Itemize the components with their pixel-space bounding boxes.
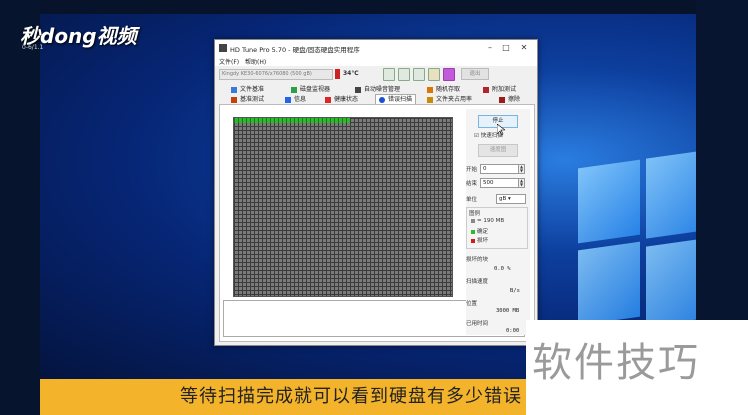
- legend-title: 图例: [469, 211, 481, 217]
- hdtune-window: HD Tune Pro 5.70 - 硬盘/固态硬盘实用程序 – □ ✕ 文件(…: [214, 39, 538, 346]
- disk-monitor-icon: [291, 86, 297, 93]
- tab-health[interactable]: 健康状态: [325, 95, 358, 104]
- benchmark-icon: [231, 96, 237, 103]
- tab-erase[interactable]: 擦除: [499, 95, 520, 104]
- health-cross-icon: [325, 96, 331, 103]
- tab-extra-tests[interactable]: 附加测试: [483, 85, 516, 94]
- window-title: HD Tune Pro 5.70 - 硬盘/固态硬盘实用程序: [230, 46, 360, 54]
- drive-select[interactable]: Kingdy KE30-6076/x76080 (500 gB): [219, 69, 333, 80]
- tab-folder-usage[interactable]: 文件夹占用率: [427, 95, 472, 104]
- copy-screenshot-icon[interactable]: [398, 68, 410, 81]
- app-icon: [219, 44, 227, 52]
- tab-benchmark[interactable]: 基准测试: [231, 95, 264, 104]
- tab-disk-monitor[interactable]: 磁盘监视器: [291, 85, 330, 94]
- maximize-button[interactable]: □: [499, 42, 513, 54]
- exit-button[interactable]: 退出: [461, 68, 489, 80]
- elapsed-label: 已用时间: [466, 321, 489, 327]
- position-value: 3000 MB: [496, 308, 520, 314]
- start-spinner[interactable]: ▲ ▼: [518, 164, 525, 174]
- legend-damaged: 损坏: [471, 236, 488, 244]
- options-icon[interactable]: [428, 68, 440, 81]
- toolbar: Kingdy KE30-6076/x76080 (500 gB) 34℃ 退出: [215, 66, 537, 82]
- end-label: 结束: [466, 181, 478, 187]
- extra-tests-icon: [483, 86, 489, 93]
- copy-info-icon[interactable]: [383, 68, 395, 81]
- caption-text: 等待扫描完成就可以看到硬盘有多少错误: [180, 386, 522, 407]
- folder-icon: [427, 96, 433, 103]
- save-icon[interactable]: [413, 68, 425, 81]
- legend-block-size: = 190 MB: [471, 218, 504, 224]
- tab-aam[interactable]: 自动噪音管理: [355, 85, 400, 94]
- legend-ok: 确定: [471, 227, 488, 235]
- tab-random-access[interactable]: 随机存取: [427, 85, 460, 94]
- info-icon: [285, 96, 291, 103]
- end-spinner[interactable]: ▲ ▼: [518, 178, 525, 188]
- mouse-cursor-icon: [497, 124, 505, 136]
- menu-help[interactable]: 帮助(H): [245, 57, 266, 66]
- end-input[interactable]: 500: [480, 178, 520, 188]
- random-access-icon: [427, 86, 433, 93]
- start-input[interactable]: 0: [480, 164, 520, 174]
- legend: 图例 = 190 MB 确定 损坏: [466, 207, 528, 249]
- magnifier-icon: [379, 96, 385, 103]
- menu-bar: 文件(F) 帮助(H): [215, 56, 537, 66]
- scanned-blocks: [234, 118, 350, 123]
- thermometer-icon: [335, 69, 340, 79]
- menu-file[interactable]: 文件(F): [219, 57, 239, 66]
- watermark-box: 软件技巧: [526, 320, 748, 415]
- scan-speed-label: 扫描速度: [466, 279, 489, 285]
- tab-info[interactable]: 信息: [285, 95, 306, 104]
- close-button[interactable]: ✕: [517, 42, 531, 54]
- tab-error-scan[interactable]: 错误扫描: [375, 94, 417, 104]
- erase-icon: [499, 96, 505, 103]
- watermark-text: 软件技巧: [532, 340, 700, 386]
- minimize-button[interactable]: –: [483, 42, 497, 54]
- unit-label: 单位: [466, 197, 478, 203]
- brand-subtext: 0-6/1.1: [22, 44, 44, 51]
- speed-map-button[interactable]: 速度图: [478, 144, 518, 157]
- download-icon[interactable]: [443, 68, 455, 81]
- outer-frame-top: [0, 0, 748, 14]
- scan-controls: 停止 ☑ 快速扫描 速度图 开始 0 ▲ ▼ 结束 500 ▲ ▼ 单位 gB ▾ …: [466, 109, 530, 335]
- unit-select[interactable]: gB ▾: [496, 194, 526, 204]
- position-label: 位置: [466, 301, 478, 307]
- outer-frame-left: [0, 0, 40, 415]
- tab-file-benchmark[interactable]: 文件基准: [231, 85, 264, 94]
- start-label: 开始: [466, 167, 478, 173]
- scan-speed-value: B/s: [510, 288, 520, 294]
- file-benchmark-icon: [231, 86, 237, 93]
- damaged-blocks-label: 损坏的块: [466, 257, 489, 263]
- damaged-blocks-value: 0.0 %: [494, 266, 511, 272]
- block-map: [233, 117, 453, 297]
- temperature-readout: 34℃: [343, 70, 359, 77]
- speaker-icon: [355, 86, 361, 93]
- title-bar[interactable]: HD Tune Pro 5.70 - 硬盘/固态硬盘实用程序 – □ ✕: [215, 40, 537, 56]
- elapsed-value: 0:00: [506, 328, 520, 334]
- error-scan-panel: 停止 ☑ 快速扫描 速度图 开始 0 ▲ ▼ 结束 500 ▲ ▼ 单位 gB ▾ …: [219, 104, 535, 342]
